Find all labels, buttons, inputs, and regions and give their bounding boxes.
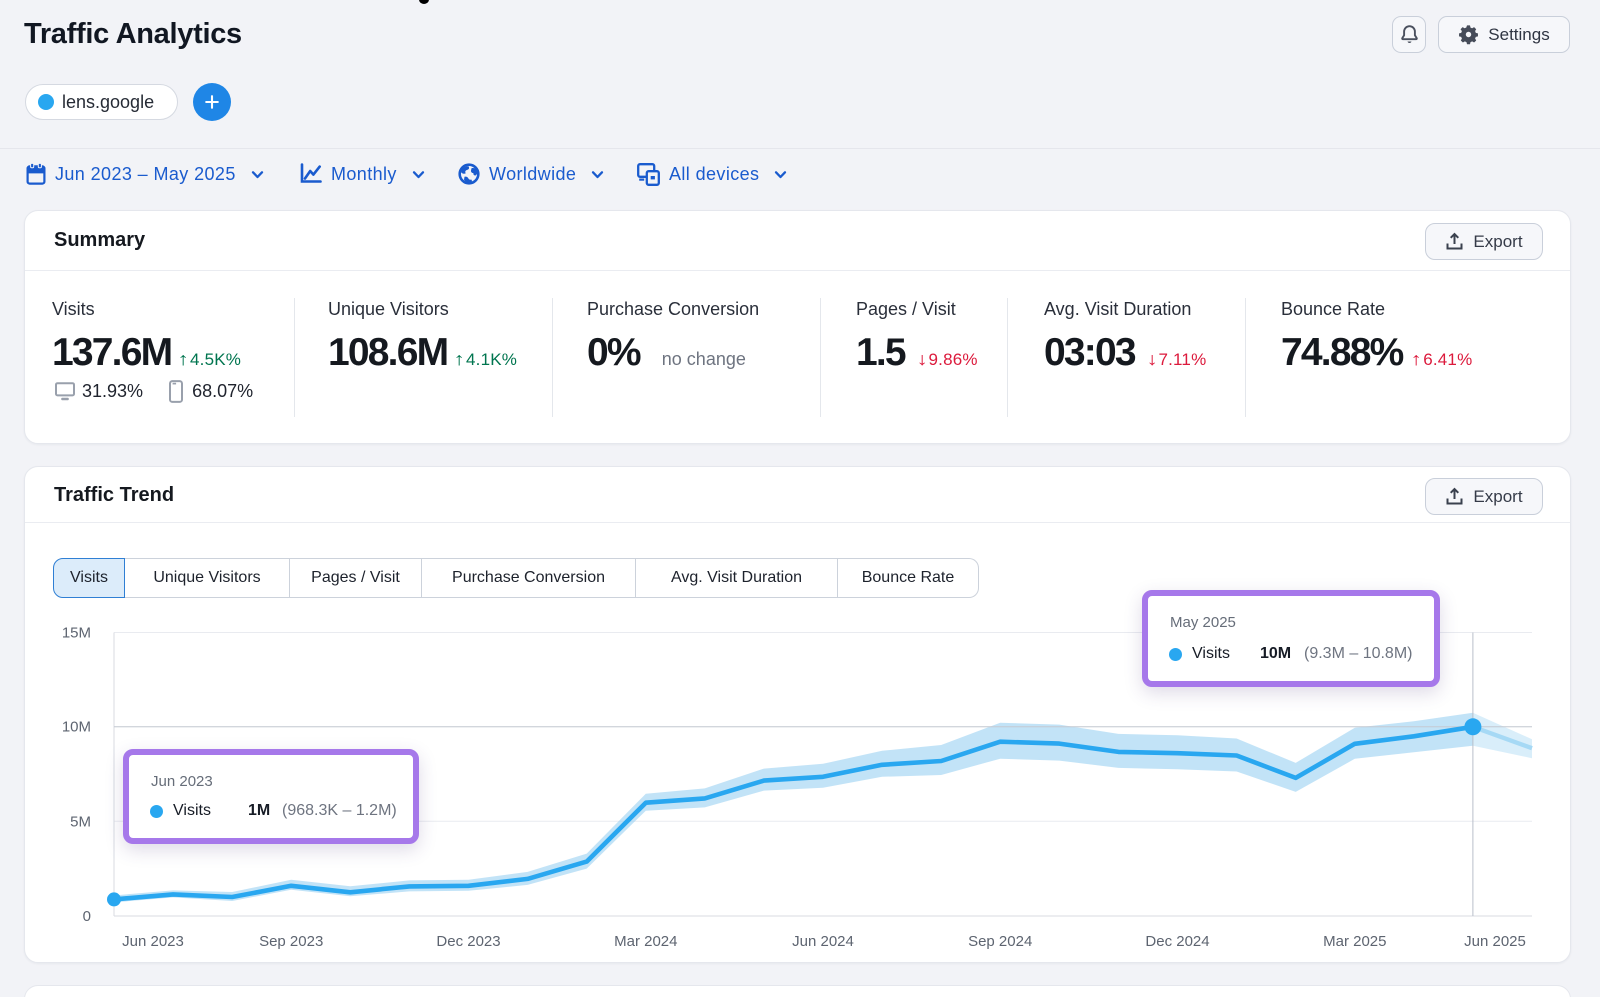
svg-text:15M: 15M xyxy=(62,625,91,642)
svg-text:Dec 2024: Dec 2024 xyxy=(1145,933,1209,950)
svg-text:Jun 2024: Jun 2024 xyxy=(792,933,854,950)
svg-text:Mar 2025: Mar 2025 xyxy=(1323,933,1386,950)
svg-text:10M: 10M xyxy=(62,719,91,736)
svg-text:Jun 2023: Jun 2023 xyxy=(122,933,184,950)
svg-text:Jun 2025: Jun 2025 xyxy=(1464,933,1526,950)
svg-text:0: 0 xyxy=(83,908,91,925)
svg-text:Sep 2024: Sep 2024 xyxy=(968,933,1032,950)
svg-text:Dec 2023: Dec 2023 xyxy=(436,933,500,950)
svg-text:5M: 5M xyxy=(70,813,91,830)
svg-text:Sep 2023: Sep 2023 xyxy=(259,933,323,950)
svg-text:Mar 2024: Mar 2024 xyxy=(614,933,677,950)
